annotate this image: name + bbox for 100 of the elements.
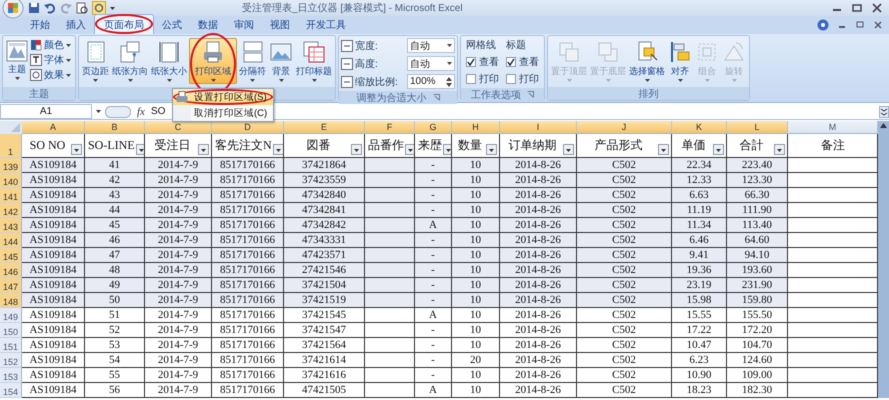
ribbon-button[interactable]: 纸张方向 (111, 38, 149, 84)
filter-dropdown-icon[interactable] (198, 144, 209, 155)
ribbon-button[interactable]: 分隔符 (238, 38, 267, 84)
ribbon-tab[interactable]: 插入 (58, 14, 94, 34)
row-header[interactable]: 152 (0, 353, 22, 368)
table-cell: - (415, 173, 452, 188)
formula-field[interactable]: SO (150, 106, 166, 117)
insert-function-button[interactable]: fx (135, 106, 147, 118)
ribbon-button[interactable]: 纸张大小 (150, 38, 188, 84)
vertical-scrollbar[interactable] (878, 121, 889, 398)
ribbon-tab[interactable]: 数据 (190, 14, 226, 34)
dialog-launcher-icon[interactable] (527, 91, 534, 98)
save-icon[interactable] (28, 2, 40, 14)
filter-dropdown-icon[interactable] (272, 144, 283, 155)
column-header[interactable]: G (415, 121, 452, 134)
ribbon-tab[interactable]: 审阅 (226, 14, 262, 34)
row-header[interactable]: 147 (0, 278, 22, 293)
checkbox[interactable] (506, 74, 516, 84)
name-box[interactable]: A1 (0, 104, 92, 119)
row-header[interactable]: 143 (0, 218, 22, 233)
row-header[interactable]: 146 (0, 263, 22, 278)
ribbon-tab[interactable]: 页面布局 (94, 14, 154, 34)
restore-icon[interactable] (855, 20, 865, 30)
column-header[interactable]: C (145, 121, 212, 134)
table-cell: 8517170166 (212, 353, 284, 368)
row-header[interactable]: 150 (0, 323, 22, 338)
row-header[interactable]: 144 (0, 233, 22, 248)
filter-dropdown-icon[interactable] (658, 144, 669, 155)
filter-dropdown-icon[interactable] (563, 144, 574, 155)
filter-dropdown-icon[interactable] (71, 144, 82, 155)
menu-item[interactable]: 设置打印区域(S) (173, 89, 273, 105)
row-header[interactable]: 148 (0, 293, 22, 308)
table-cell: 2014-7-9 (145, 383, 212, 398)
row-header[interactable]: 140 (0, 173, 22, 188)
undo-icon[interactable] (44, 2, 56, 14)
table-cell: 43 (85, 188, 145, 203)
column-header[interactable]: I (500, 121, 577, 134)
filter-dropdown-icon[interactable] (486, 144, 497, 155)
dropdown-field[interactable]: 自动 (407, 38, 455, 53)
ribbon-tab[interactable]: 开始 (22, 14, 58, 34)
ribbon-tab[interactable]: 公式 (154, 14, 190, 34)
ribbon-button[interactable]: 背景 (268, 38, 294, 84)
window-title: 受注管理表_日立仪器 [兼容模式] - Microsoft Excel (242, 2, 464, 15)
ribbon-tab[interactable]: 视图 (262, 14, 298, 34)
column-header[interactable]: L (727, 121, 788, 134)
ribbon-button[interactable]: 颜色 (30, 38, 71, 52)
table-cell (365, 293, 415, 308)
filter-dropdown-icon[interactable] (713, 144, 724, 155)
filter-dropdown-icon[interactable] (405, 144, 414, 155)
table-cell: 2014-7-9 (145, 308, 212, 323)
themes-button[interactable]: 主题 (5, 38, 29, 82)
row-header[interactable]: 145 (0, 248, 22, 263)
checkbox[interactable] (506, 57, 516, 67)
ribbon-button[interactable]: 打印标题 (295, 38, 333, 84)
caret-icon (96, 110, 101, 113)
ribbon-tab[interactable]: 开发工具 (298, 14, 354, 34)
table-cell: AS109184 (22, 203, 85, 218)
row-header[interactable]: 142 (0, 203, 22, 218)
help-icon[interactable] (817, 19, 829, 31)
spinner-field[interactable]: 100% (407, 74, 455, 89)
column-header[interactable]: E (284, 121, 365, 134)
row-header[interactable]: 1 (0, 134, 22, 158)
row-header[interactable]: 151 (0, 338, 22, 353)
close-icon[interactable] (871, 3, 883, 13)
column-header[interactable]: A (22, 121, 85, 134)
dropdown-field[interactable]: 自动 (407, 56, 455, 71)
maximize-icon[interactable] (851, 3, 863, 13)
filter-dropdown-icon[interactable] (443, 144, 451, 155)
row-header[interactable]: 153 (0, 368, 22, 383)
table-cell: - (415, 188, 452, 203)
ribbon-button[interactable]: 效果 (30, 68, 71, 82)
checkbox[interactable] (466, 74, 476, 84)
filter-dropdown-icon[interactable] (774, 144, 785, 155)
column-header[interactable]: B (85, 121, 145, 134)
close-icon[interactable] (873, 20, 883, 30)
table-cell: 37421519 (284, 293, 365, 308)
row-header[interactable]: 139 (0, 158, 22, 173)
filter-dropdown-icon[interactable] (136, 144, 144, 155)
ribbon-button[interactable]: 字体 (30, 53, 71, 67)
column-header[interactable]: K (672, 121, 727, 134)
checkbox[interactable] (466, 57, 476, 67)
slider-handle-icon[interactable] (105, 106, 131, 118)
row-header[interactable]: 154 (0, 383, 22, 398)
table-cell: C502 (577, 248, 672, 263)
ribbon-button[interactable]: 页边距 (81, 38, 110, 84)
menu-item[interactable]: 取消打印区域(C) (173, 105, 273, 121)
ribbon-button[interactable]: 选择窗格 (628, 38, 666, 84)
dialog-launcher-icon[interactable] (432, 94, 440, 101)
expand-icon[interactable] (879, 106, 889, 118)
print-preview-icon[interactable] (76, 2, 88, 14)
column-header[interactable]: J (577, 121, 672, 134)
row-header[interactable]: 141 (0, 188, 22, 203)
column-header[interactable]: F (365, 121, 415, 134)
caret-icon (66, 74, 71, 76)
column-header[interactable]: M (788, 121, 878, 134)
column-header[interactable]: D (212, 121, 284, 134)
ribbon-button[interactable]: 对齐 (667, 38, 693, 84)
column-header[interactable]: H (452, 121, 500, 134)
row-header[interactable]: 149 (0, 308, 22, 323)
filter-dropdown-icon[interactable] (351, 144, 362, 155)
